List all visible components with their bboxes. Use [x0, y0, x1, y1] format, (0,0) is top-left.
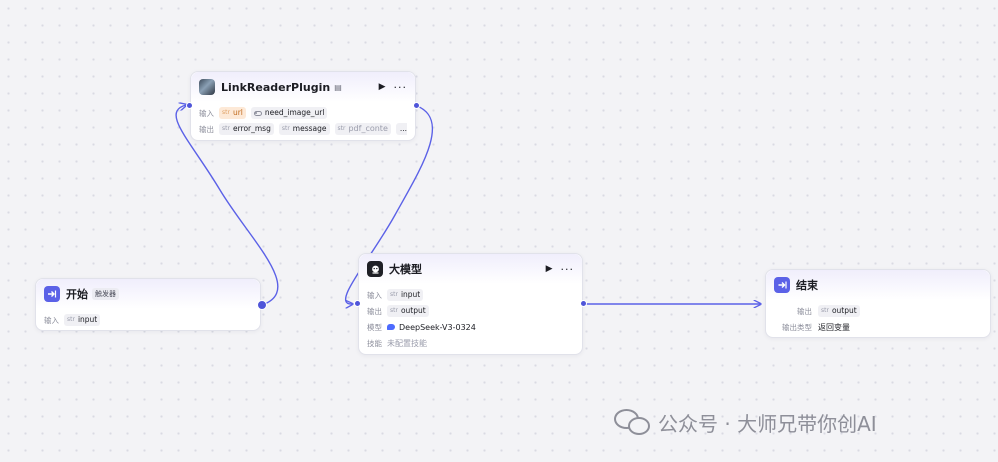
plugin-node[interactable]: LinkReaderPlugin ▤ ▶ ··· 输入 str url need… — [190, 71, 416, 141]
end-output-row: 输出 str output — [774, 303, 982, 319]
variable-name: error_msg — [232, 124, 271, 133]
end-output-type-label: 输出类型 — [782, 322, 812, 332]
llm-skills-row: 技能 未配置技能 — [367, 335, 574, 351]
wechat-icon — [614, 408, 652, 437]
model-name[interactable]: DeepSeek-V3-0324 — [399, 323, 476, 332]
plugin-input-port[interactable] — [186, 102, 193, 109]
plugin-info-icon[interactable]: ▤ — [334, 83, 342, 92]
variable-name: input — [400, 290, 421, 299]
start-node-header[interactable]: 开始 触发器 — [36, 279, 260, 309]
variable-chip-need-image-url[interactable]: need_image_url — [250, 107, 328, 119]
variable-name: need_image_url — [264, 108, 325, 117]
plugin-output-row: 输出 str error_msg str message str pdf_con… — [199, 121, 407, 137]
output-type-value: 返回变量 — [818, 322, 850, 332]
start-output-port[interactable] — [257, 300, 267, 310]
trigger-badge-label: 触发器 — [95, 290, 116, 298]
start-node-title: 开始 — [66, 288, 88, 301]
llm-input-label: 输入 — [367, 290, 382, 300]
plugin-node-header[interactable]: LinkReaderPlugin ▤ ▶ ··· — [191, 72, 415, 102]
variable-chip-output[interactable]: str output — [818, 305, 860, 317]
llm-input-row: 输入 str input — [367, 287, 574, 303]
start-arrow-icon — [44, 286, 60, 302]
variable-name: output — [831, 306, 857, 315]
plugin-image-icon — [199, 79, 215, 95]
workflow-canvas[interactable]: 开始 触发器 输入 str input LinkReaderPlugin ▤ ▶… — [0, 0, 998, 462]
llm-icon — [367, 261, 383, 277]
end-node-header[interactable]: 结束 — [766, 270, 990, 300]
type-tag: str — [222, 109, 230, 116]
plugin-node-body: 输入 str url need_image_url 输出 str error_m… — [191, 102, 415, 143]
variable-chip-url[interactable]: str url — [219, 107, 246, 119]
watermark-text: 公众号 · 大师兄带你创AI — [658, 412, 877, 436]
llm-output-row: 输出 str output — [367, 303, 574, 319]
variable-name: output — [400, 306, 426, 315]
end-arrow-icon — [774, 277, 790, 293]
start-node[interactable]: 开始 触发器 输入 str input — [35, 278, 261, 331]
more-icon[interactable]: ··· — [561, 264, 575, 275]
trigger-badge: 触发器 — [92, 288, 119, 300]
variable-chip-message[interactable]: str message — [278, 123, 330, 135]
llm-node-body: 输入 str input 输出 str output 模型 DeepSeek-V… — [359, 284, 582, 357]
start-input-row: 输入 str input — [44, 312, 252, 328]
plugin-output-label: 输出 — [199, 124, 214, 134]
run-icon[interactable]: ▶ — [546, 264, 553, 274]
variable-chip-pdf-content[interactable]: str pdf_conte — [334, 123, 391, 135]
end-output-label: 输出 — [797, 306, 812, 316]
type-tag: str — [337, 125, 346, 132]
llm-output-port[interactable] — [580, 300, 587, 307]
end-node[interactable]: 结束 输出 str output 输出类型 返回变量 — [765, 269, 991, 338]
variable-name: url — [232, 108, 243, 117]
llm-node[interactable]: 大模型 ▶ ··· 输入 str input 输出 str output 模型 … — [358, 253, 583, 355]
llm-node-actions: ▶ ··· — [546, 264, 574, 275]
variable-name: message — [292, 124, 327, 133]
variable-chip-input[interactable]: str input — [387, 289, 424, 301]
deepseek-icon — [387, 324, 395, 330]
plugin-input-row: 输入 str url need_image_url — [199, 105, 407, 121]
skills-value: 未配置技能 — [387, 338, 427, 348]
llm-node-title: 大模型 — [389, 263, 422, 276]
end-node-title: 结束 — [796, 279, 818, 292]
llm-node-header[interactable]: 大模型 ▶ ··· — [359, 254, 582, 284]
plugin-output-port[interactable] — [413, 102, 420, 109]
llm-input-port[interactable] — [354, 300, 361, 307]
llm-skills-label: 技能 — [367, 338, 382, 348]
variable-name: pdf_conte — [348, 124, 388, 133]
variable-chip-error-msg[interactable]: str error_msg — [219, 123, 274, 135]
type-tag: str — [821, 307, 829, 314]
variable-chip-input[interactable]: str input — [64, 314, 101, 326]
type-tag: str — [67, 316, 75, 323]
llm-model-label: 模型 — [367, 322, 382, 332]
toggle-icon — [253, 110, 262, 116]
plugin-node-title: LinkReaderPlugin — [221, 80, 331, 94]
start-input-label: 输入 — [44, 315, 59, 325]
plugin-node-actions: ▶ ··· — [379, 82, 407, 93]
variable-chip-output[interactable]: str output — [387, 305, 429, 317]
llm-output-label: 输出 — [367, 306, 382, 316]
end-node-body: 输出 str output 输出类型 返回变量 — [766, 300, 990, 341]
more-icon[interactable]: ··· — [394, 82, 408, 93]
llm-model-row: 模型 DeepSeek-V3-0324 — [367, 319, 574, 335]
variable-name: input — [77, 315, 98, 324]
type-tag: str — [222, 125, 230, 132]
edges-layer — [175, 0, 998, 462]
run-icon[interactable]: ▶ — [379, 82, 386, 92]
type-tag: str — [390, 307, 398, 314]
type-tag: str — [390, 291, 398, 298]
end-output-type-row: 输出类型 返回变量 — [774, 319, 982, 335]
type-tag: str — [281, 125, 290, 132]
plugin-input-label: 输入 — [199, 108, 214, 118]
more-outputs-button[interactable]: ... — [395, 123, 407, 135]
start-node-body: 输入 str input — [36, 309, 260, 334]
watermark: 公众号 · 大师兄带你创AI — [614, 408, 877, 437]
